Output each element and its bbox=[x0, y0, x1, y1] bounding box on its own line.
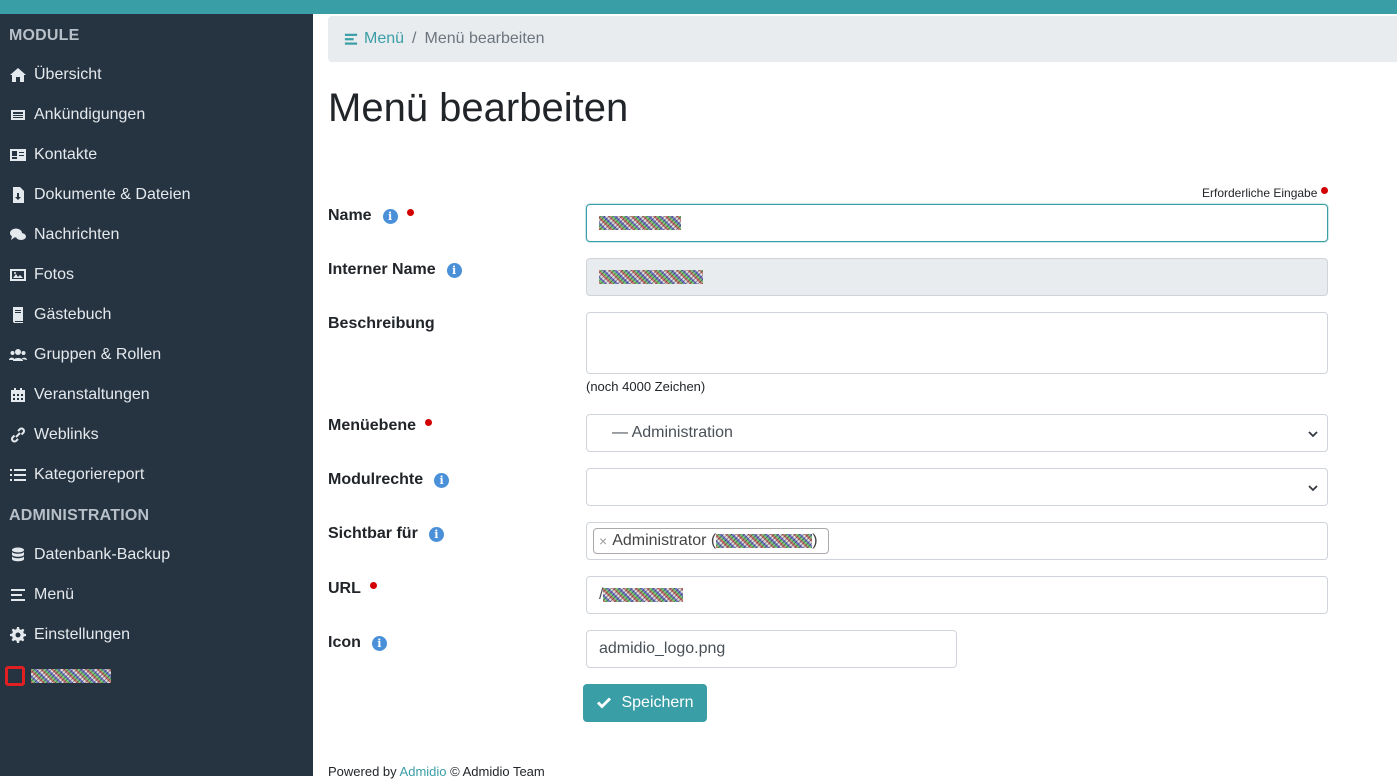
menu-level-select[interactable]: — Administration bbox=[586, 414, 1328, 452]
users-icon bbox=[9, 349, 27, 361]
module-rights-select[interactable] bbox=[586, 468, 1328, 506]
database-icon bbox=[12, 547, 24, 562]
icon-input[interactable]: admidio_logo.png bbox=[586, 630, 957, 668]
description-label: Beschreibung bbox=[328, 315, 435, 332]
sidebar-item-events[interactable]: Veranstaltungen bbox=[9, 383, 150, 407]
book-icon bbox=[12, 307, 23, 323]
required-dot bbox=[1321, 186, 1329, 194]
breadcrumb-separator: / bbox=[412, 30, 417, 47]
calendar-icon bbox=[11, 388, 25, 402]
footer: Powered by Admidio © Admidio Team bbox=[328, 764, 545, 779]
icon-label: Icon i bbox=[328, 634, 387, 652]
file-download-icon bbox=[13, 187, 24, 203]
sidebar-item-settings[interactable]: Einstellungen bbox=[9, 623, 130, 647]
name-label: Name i bbox=[328, 207, 414, 225]
redacted-value bbox=[603, 588, 684, 602]
sidebar: MODULE Übersicht Ankündigungen Kontakte … bbox=[0, 14, 313, 776]
description-char-count: (noch 4000 Zeichen) bbox=[586, 379, 706, 394]
menu-bars-icon bbox=[344, 33, 358, 45]
sidebar-item-guestbook[interactable]: Gästebuch bbox=[9, 303, 111, 327]
check-icon bbox=[597, 697, 612, 709]
url-input[interactable]: / bbox=[586, 576, 1328, 614]
info-icon[interactable]: i bbox=[382, 208, 398, 224]
visible-for-label: Sichtbar für i bbox=[328, 525, 444, 543]
newspaper-icon bbox=[11, 110, 25, 120]
sidebar-item-contacts[interactable]: Kontakte bbox=[9, 143, 97, 167]
page-title: Menü bearbeiten bbox=[328, 86, 629, 130]
comments-icon bbox=[10, 228, 26, 240]
redacted-value bbox=[716, 534, 813, 548]
sidebar-item-weblinks[interactable]: Weblinks bbox=[9, 423, 99, 447]
gear-icon bbox=[10, 627, 26, 643]
chevron-down-icon bbox=[1308, 485, 1318, 492]
sidebar-item-groups-roles[interactable]: Gruppen & Rollen bbox=[9, 343, 161, 367]
sidebar-heading-module: MODULE bbox=[9, 27, 80, 44]
sidebar-item-custom[interactable] bbox=[5, 664, 111, 688]
selected-role-tag: × Administrator ( ) bbox=[593, 528, 829, 554]
visible-for-multiselect[interactable]: × Administrator ( ) bbox=[586, 522, 1328, 560]
breadcrumb-menu-link[interactable]: Menü bbox=[344, 30, 404, 48]
name-input[interactable] bbox=[586, 204, 1328, 242]
menu-level-label: Menüebene bbox=[328, 417, 433, 435]
address-card-icon bbox=[10, 149, 26, 161]
breadcrumb: Menü / Menü bearbeiten bbox=[328, 16, 1397, 62]
save-button[interactable]: Speichern bbox=[583, 684, 707, 722]
redacted-value bbox=[599, 216, 681, 230]
admidio-link[interactable]: Admidio bbox=[400, 764, 447, 779]
required-note: Erforderliche Eingabe bbox=[1202, 186, 1329, 200]
info-icon[interactable]: i bbox=[446, 262, 462, 278]
chevron-down-icon bbox=[1308, 431, 1318, 438]
breadcrumb-current: Menü bearbeiten bbox=[424, 30, 545, 47]
list-icon bbox=[10, 469, 26, 481]
url-label: URL bbox=[328, 580, 377, 598]
tag-remove-icon[interactable]: × bbox=[599, 533, 607, 549]
required-dot bbox=[406, 208, 414, 216]
required-dot bbox=[425, 418, 433, 426]
module-rights-label: Modulrechte i bbox=[328, 471, 450, 489]
sidebar-item-menu[interactable]: Menü bbox=[9, 583, 74, 607]
info-icon[interactable]: i bbox=[434, 472, 450, 488]
redacted-value bbox=[599, 270, 703, 284]
sidebar-item-photos[interactable]: Fotos bbox=[9, 263, 74, 287]
link-icon bbox=[11, 427, 25, 443]
sidebar-heading-administration: ADMINISTRATION bbox=[9, 507, 150, 524]
sidebar-item-overview[interactable]: Übersicht bbox=[9, 63, 102, 87]
sidebar-item-documents[interactable]: Dokumente & Dateien bbox=[9, 183, 191, 207]
sidebar-item-category-report[interactable]: Kategoriereport bbox=[9, 463, 144, 487]
info-icon[interactable]: i bbox=[428, 526, 444, 542]
info-icon[interactable]: i bbox=[371, 635, 387, 651]
sidebar-item-announcements[interactable]: Ankündigungen bbox=[9, 103, 145, 127]
image-icon bbox=[10, 269, 26, 281]
main-content: Menü / Menü bearbeiten Menü bearbeiten E… bbox=[313, 14, 1397, 779]
required-dot bbox=[369, 581, 377, 589]
internal-name-label: Interner Name i bbox=[328, 261, 462, 279]
custom-module-icon bbox=[5, 666, 25, 686]
top-accent-bar bbox=[0, 0, 1397, 14]
sidebar-item-messages[interactable]: Nachrichten bbox=[9, 223, 119, 247]
menu-bars-icon bbox=[11, 589, 25, 601]
home-icon bbox=[10, 68, 26, 82]
internal-name-input bbox=[586, 258, 1328, 296]
description-textarea[interactable] bbox=[586, 312, 1328, 374]
redacted-label bbox=[31, 669, 111, 683]
sidebar-item-database-backup[interactable]: Datenbank-Backup bbox=[9, 543, 170, 567]
